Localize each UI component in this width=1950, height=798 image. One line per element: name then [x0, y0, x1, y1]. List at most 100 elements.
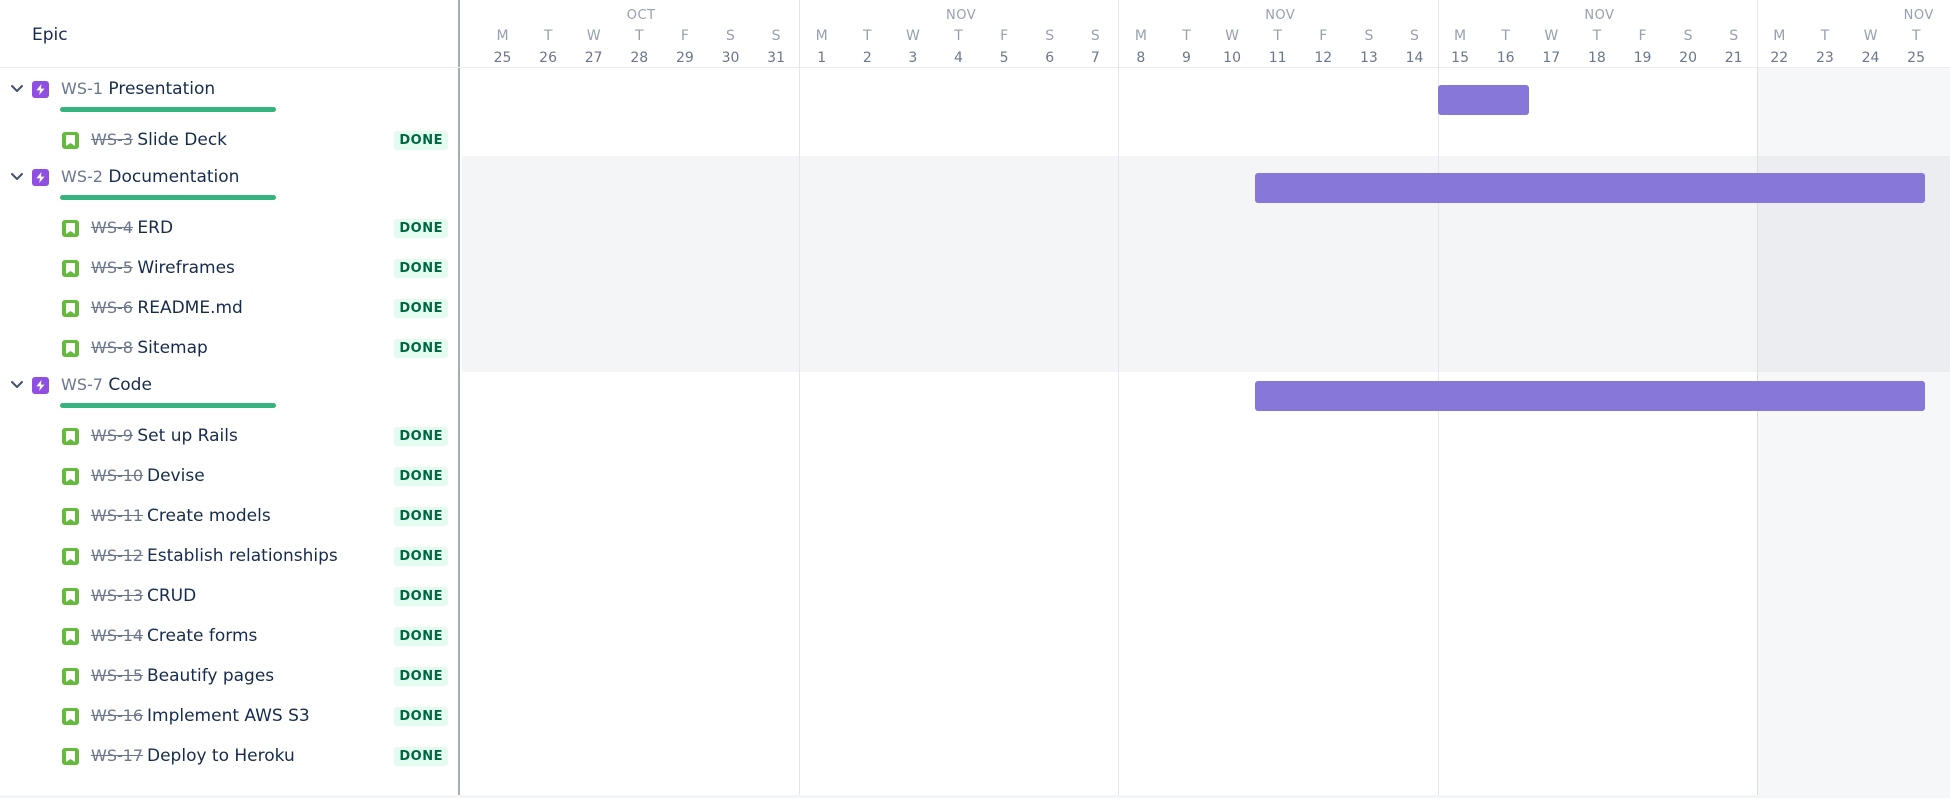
story-icon: [62, 300, 79, 317]
issue-summary[interactable]: Wireframes: [137, 258, 235, 278]
day-number: 22: [1770, 50, 1789, 66]
issue-row[interactable]: WS-13 CRUD DONE: [0, 576, 460, 616]
day-number: 6: [1045, 50, 1055, 66]
issue-summary[interactable]: Beautify pages: [147, 666, 274, 686]
issue-key[interactable]: WS-5: [91, 258, 133, 277]
issue-summary[interactable]: Presentation: [108, 79, 215, 99]
issue-key[interactable]: WS-13: [91, 586, 143, 605]
epic-row[interactable]: WS-7 Code: [0, 368, 460, 416]
day-of-week: S: [1364, 28, 1374, 44]
issue-row[interactable]: WS-14 Create forms DONE: [0, 616, 460, 656]
day-number: 7: [1090, 50, 1100, 66]
day-number: 30: [721, 50, 740, 66]
day-number: 25: [493, 50, 512, 66]
issue-key[interactable]: WS-10: [91, 466, 143, 485]
chevron-down-icon[interactable]: [9, 377, 25, 393]
day-of-week: M: [1454, 28, 1467, 44]
lightning-icon: [36, 84, 45, 95]
timeline-panel[interactable]: OCT M 25 T 26 W 27 T 28 F 29 S 30 S 31 NOV M 1 T 2 W 3 T 4 F 5 S 6 S…: [462, 0, 1950, 798]
issue-summary[interactable]: Set up Rails: [137, 426, 237, 446]
chevron-down-icon[interactable]: [9, 169, 25, 185]
day-number: 8: [1136, 50, 1146, 66]
issue-row[interactable]: WS-3 Slide Deck DONE: [0, 120, 460, 160]
issue-key[interactable]: WS-1: [61, 79, 103, 98]
day-of-week: T: [1182, 28, 1191, 44]
issue-row[interactable]: WS-15 Beautify pages DONE: [0, 656, 460, 696]
epic-icon: [32, 169, 49, 186]
issue-row[interactable]: WS-12 Establish relationships DONE: [0, 536, 460, 576]
epic-list-panel: Epic WS-1 Presentation WS-3 Slide Deck DONE W…: [0, 0, 460, 798]
issue-row[interactable]: WS-16 Implement AWS S3 DONE: [0, 696, 460, 736]
issue-row[interactable]: WS-5 Wireframes DONE: [0, 248, 460, 288]
story-icon: [62, 220, 79, 237]
issue-summary[interactable]: Create forms: [147, 626, 257, 646]
issue-row[interactable]: WS-10 Devise DONE: [0, 456, 460, 496]
story-icon: [62, 708, 79, 725]
day-of-week: S: [1683, 28, 1693, 44]
chevron-down-icon[interactable]: [9, 81, 25, 97]
epic-row[interactable]: WS-1 Presentation: [0, 72, 460, 120]
issue-summary[interactable]: Slide Deck: [137, 130, 227, 150]
epic-row[interactable]: WS-2 Documentation: [0, 160, 460, 208]
issue-summary[interactable]: Establish relationships: [147, 546, 338, 566]
bookmark-icon: [66, 471, 75, 482]
story-icon: [62, 668, 79, 685]
day-number: 25: [1907, 50, 1925, 66]
status-badge: DONE: [394, 747, 448, 766]
issue-key[interactable]: WS-12: [91, 546, 143, 565]
epic-timeline-bar[interactable]: [1437, 85, 1529, 115]
issue-summary[interactable]: Devise: [147, 466, 205, 486]
issue-key[interactable]: WS-4: [91, 218, 133, 237]
month-label: NOV: [1265, 8, 1296, 23]
bookmark-icon: [66, 431, 75, 442]
day-of-week: M: [815, 28, 828, 44]
issue-key[interactable]: WS-11: [91, 506, 143, 525]
status-badge: DONE: [394, 339, 448, 358]
issue-summary[interactable]: CRUD: [147, 586, 196, 606]
issue-summary[interactable]: README.md: [137, 298, 242, 318]
list-header: Epic: [0, 0, 460, 68]
day-number: 12: [1314, 50, 1333, 66]
day-of-week: T: [1592, 28, 1602, 44]
bookmark-icon: [66, 631, 75, 642]
issue-summary[interactable]: Implement AWS S3: [147, 706, 310, 726]
issue-row[interactable]: WS-6 README.md DONE: [0, 288, 460, 328]
issue-key[interactable]: WS-16: [91, 706, 143, 725]
issue-summary[interactable]: Sitemap: [137, 338, 207, 358]
epic-icon: [32, 81, 49, 98]
issue-key[interactable]: WS-6: [91, 298, 133, 317]
issue-key[interactable]: WS-9: [91, 426, 133, 445]
issue-key[interactable]: WS-15: [91, 666, 143, 685]
issue-summary[interactable]: Code: [108, 375, 152, 395]
issue-summary[interactable]: ERD: [137, 218, 173, 238]
issue-row[interactable]: WS-8 Sitemap DONE: [0, 328, 460, 368]
day-of-week: S: [771, 28, 781, 44]
story-icon: [62, 260, 79, 277]
issue-key[interactable]: WS-17: [91, 746, 143, 765]
day-of-week: M: [1773, 28, 1786, 44]
issue-key[interactable]: WS-2: [61, 167, 103, 186]
status-badge: DONE: [394, 667, 448, 686]
issue-summary[interactable]: Create models: [147, 506, 271, 526]
issue-key[interactable]: WS-8: [91, 338, 133, 357]
issue-key[interactable]: WS-14: [91, 626, 143, 645]
epic-icon: [32, 377, 49, 394]
timeline-body[interactable]: [462, 68, 1950, 798]
issue-key[interactable]: WS-7: [61, 375, 103, 394]
day-number: 19: [1633, 50, 1652, 66]
epic-timeline-bar[interactable]: [1255, 173, 1925, 203]
issue-row[interactable]: WS-4 ERD DONE: [0, 208, 460, 248]
issue-summary[interactable]: Documentation: [108, 167, 239, 187]
issue-key[interactable]: WS-3: [91, 130, 133, 149]
month-label: NOV: [1584, 8, 1615, 23]
progress-bar: [60, 195, 276, 200]
issue-row[interactable]: WS-11 Create models DONE: [0, 496, 460, 536]
issue-row[interactable]: WS-17 Deploy to Heroku DONE: [0, 736, 460, 776]
day-number: 11: [1268, 50, 1287, 66]
day-number: 23: [1815, 50, 1834, 66]
epic-timeline-bar[interactable]: [1255, 381, 1925, 411]
day-of-week: T: [543, 28, 553, 44]
issue-summary[interactable]: Deploy to Heroku: [147, 746, 295, 766]
day-of-week: F: [1000, 28, 1009, 44]
issue-row[interactable]: WS-9 Set up Rails DONE: [0, 416, 460, 456]
